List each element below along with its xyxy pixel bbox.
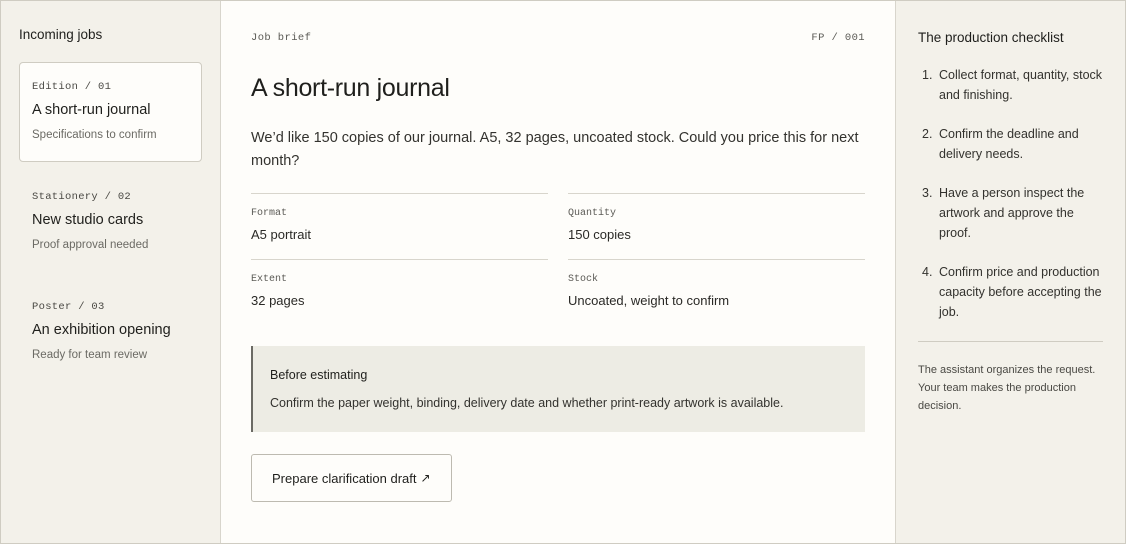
item-text: Confirm price and production capacity be… <box>939 265 1102 319</box>
spec-value: 32 pages <box>251 293 305 308</box>
job-brief-panel: Job brief FP / 001 A short-run journal W… <box>221 1 896 543</box>
checklist-item: 2. Confirm the deadline and delivery nee… <box>918 124 1103 164</box>
spec-grid: Format A5 portrait Quantity 150 copies E… <box>251 193 865 325</box>
arrow-up-right-icon: ↗ <box>420 471 431 485</box>
job-description: We’d like 150 copies of our journal. A5,… <box>251 130 859 169</box>
job-card-journal[interactable]: Edition / 01 A short-run journal Specifi… <box>19 62 202 162</box>
spec-stock: Stock Uncoated, weight to confirm <box>568 259 865 325</box>
spec-value: 150 copies <box>568 227 631 242</box>
checklist-item: 3. Have a person inspect the artwork and… <box>918 183 1103 243</box>
spec-label: Stock <box>568 274 599 285</box>
job-reference: FP / 001 <box>811 32 865 44</box>
spec-quantity: Quantity 150 copies <box>568 193 865 259</box>
item-number: 3. <box>922 186 933 200</box>
item-text: Have a person inspect the artwork and ap… <box>939 186 1085 240</box>
divider <box>918 341 1103 342</box>
job-status: Specifications to confirm <box>32 129 157 141</box>
spec-label: Quantity <box>568 208 617 219</box>
section-label: Job brief <box>251 32 312 44</box>
notice-title: Before estimating <box>270 368 368 382</box>
spec-format: Format A5 portrait <box>251 193 548 259</box>
checklist-item: 1. Collect format, quantity, stock and f… <box>918 65 1103 105</box>
page-title: A short-run journal <box>251 74 450 102</box>
checklist-item: 4. Confirm price and production capacity… <box>918 262 1103 322</box>
production-checklist-panel: The production checklist 1. Collect form… <box>896 1 1125 543</box>
job-title: An exhibition opening <box>32 322 171 338</box>
job-title: A short-run journal <box>32 102 151 118</box>
item-text: Collect format, quantity, stock and fini… <box>939 68 1103 102</box>
job-status: Proof approval needed <box>32 239 149 251</box>
job-title: New studio cards <box>32 212 144 228</box>
job-tag: Edition / 01 <box>32 81 112 93</box>
job-tag: Stationery / 02 <box>32 191 132 203</box>
job-card-exhibition[interactable]: Poster / 03 An exhibition opening Ready … <box>19 282 202 382</box>
spec-extent: Extent 32 pages <box>251 259 548 325</box>
job-tag: Poster / 03 <box>32 301 105 313</box>
brief-header: Job brief FP / 001 <box>251 32 865 44</box>
spec-label: Format <box>251 208 288 219</box>
sidebar-title: Incoming jobs <box>19 27 103 42</box>
job-card-studio-cards[interactable]: Stationery / 02 New studio cards Proof a… <box>19 172 202 272</box>
assistant-note: The assistant organizes the request. You… <box>918 364 1096 412</box>
prepare-clarification-draft-button[interactable]: Prepare clarification draft ↗ <box>251 454 452 502</box>
notice-text: Confirm the paper weight, binding, deliv… <box>270 396 784 410</box>
item-number: 4. <box>922 265 933 279</box>
checklist: 1. Collect format, quantity, stock and f… <box>918 65 1103 322</box>
before-estimating-notice: Before estimating Confirm the paper weig… <box>251 346 865 432</box>
spec-label: Extent <box>251 274 288 285</box>
app-window: Incoming jobs Edition / 01 A short-run j… <box>0 0 1126 544</box>
job-status: Ready for team review <box>32 349 148 361</box>
checklist-title: The production checklist <box>918 30 1064 45</box>
sidebar: Incoming jobs Edition / 01 A short-run j… <box>1 1 221 543</box>
spec-value: A5 portrait <box>251 227 311 242</box>
item-number: 1. <box>922 68 933 82</box>
button-label: Prepare clarification draft <box>272 470 417 486</box>
spec-value: Uncoated, weight to confirm <box>568 293 730 308</box>
item-number: 2. <box>922 127 933 141</box>
item-text: Confirm the deadline and delivery needs. <box>939 127 1079 161</box>
